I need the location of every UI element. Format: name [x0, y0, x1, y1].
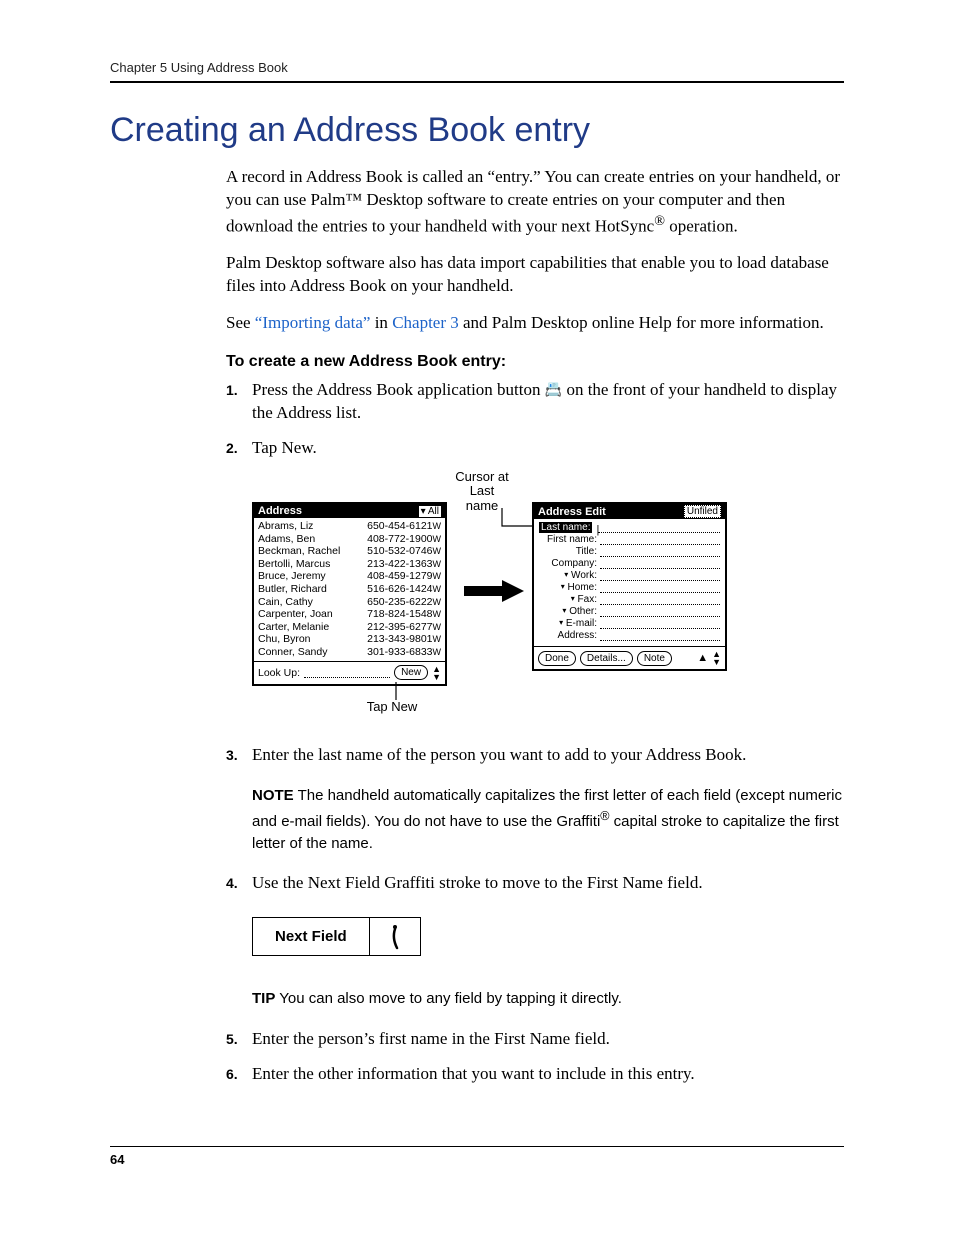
link-chapter-3[interactable]: Chapter 3 — [392, 313, 459, 332]
note-lead: NOTE — [252, 787, 294, 804]
edit-input[interactable] — [600, 583, 720, 593]
step-number: 6. — [226, 1063, 252, 1084]
scroll-arrows-icon[interactable]: ▲▼ — [432, 665, 441, 681]
list-item[interactable]: Abrams, Liz650-454-6121W — [258, 520, 441, 533]
edit-field-row[interactable]: Company: — [539, 558, 720, 569]
step-2: Tap New. — [252, 437, 844, 460]
list-item[interactable]: Butler, Richard516-626-1424W — [258, 583, 441, 596]
edit-input[interactable] — [600, 619, 720, 629]
step-1: Press the Address Book application butto… — [252, 379, 844, 425]
edit-input[interactable] — [600, 547, 720, 557]
edit-field-row[interactable]: Last name:| — [539, 522, 720, 533]
edit-field-row[interactable]: ▾ E-mail: — [539, 618, 720, 629]
edit-input[interactable] — [600, 559, 720, 569]
step-4: Use the Next Field Graffiti stroke to mo… — [252, 872, 844, 895]
page-number: 64 — [110, 1152, 124, 1167]
tip-lead: TIP — [252, 990, 275, 1007]
callout-cursor: Cursor at Last name — [452, 470, 512, 513]
screen-title: Address — [258, 505, 302, 517]
graffiti-next-field-icon — [370, 918, 420, 955]
details-button[interactable]: Details... — [580, 651, 633, 666]
intro-para-2: Palm Desktop software also has data impo… — [226, 252, 844, 298]
list-item[interactable]: Bertolli, Marcus213-422-1363W — [258, 558, 441, 571]
arrow-icon — [464, 580, 524, 602]
scroll-arrows-icon[interactable]: ▲▼ — [712, 650, 721, 666]
graffiti-stroke-box: Next Field — [252, 917, 421, 956]
edit-field-row[interactable]: ▾ Fax: — [539, 594, 720, 605]
list-item[interactable]: Chu, Byron213-343-9801W — [258, 633, 441, 646]
note-block: NOTE The handheld automatically capitali… — [252, 785, 844, 854]
intro-para-3: See “Importing data” in Chapter 3 and Pa… — [226, 312, 844, 335]
list-item[interactable]: Carpenter, Joan718-824-1548W — [258, 608, 441, 621]
edit-input[interactable] — [598, 523, 720, 533]
edit-field-row[interactable]: ▾ Home: — [539, 582, 720, 593]
step-number: 3. — [226, 744, 252, 765]
edit-field-row[interactable]: Address: — [539, 630, 720, 641]
screen-address-list: Address ▾ All Abrams, Liz650-454-6121WAd… — [252, 502, 447, 686]
step-3: Enter the last name of the person you wa… — [252, 744, 844, 767]
edit-input[interactable] — [600, 535, 720, 545]
list-item[interactable]: Adams, Ben408-772-1900W — [258, 533, 441, 546]
edit-field-row[interactable]: First name: — [539, 534, 720, 545]
link-importing-data[interactable]: “Importing data” — [255, 313, 371, 332]
tip-block: TIP You can also move to any field by ta… — [252, 988, 844, 1010]
screen-title: Address Edit — [538, 506, 606, 518]
edit-input[interactable] — [600, 607, 720, 617]
note-button[interactable]: Note — [637, 651, 672, 666]
new-button[interactable]: New — [394, 665, 428, 680]
edit-input[interactable] — [600, 595, 720, 605]
step-number: 4. — [226, 872, 252, 893]
figure-address-screens: Cursor at Last name Address ▾ All Abrams… — [252, 472, 732, 722]
category-selector[interactable]: ▾ All — [419, 506, 441, 517]
list-item[interactable]: Carter, Melanie212-395-6277W — [258, 621, 441, 634]
running-head: Chapter 5 Using Address Book — [110, 60, 844, 81]
step-number: 5. — [226, 1028, 252, 1049]
list-item[interactable]: Beckman, Rachel510-532-0746W — [258, 545, 441, 558]
category-selector[interactable]: Unfiled — [684, 505, 721, 518]
procedure-heading: To create a new Address Book entry: — [226, 353, 844, 371]
callout-tap-new: Tap New — [352, 700, 432, 714]
list-item[interactable]: Bruce, Jeremy408-459-1279W — [258, 570, 441, 583]
graffiti-label: Next Field — [253, 918, 370, 955]
top-rule — [110, 81, 844, 83]
edit-input[interactable] — [600, 631, 720, 641]
step-6: Enter the other information that you wan… — [252, 1063, 844, 1086]
step-number: 1. — [226, 379, 252, 400]
step-5: Enter the person’s first name in the Fir… — [252, 1028, 844, 1051]
done-button[interactable]: Done — [538, 651, 576, 666]
screen-address-edit: Address Edit Unfiled Last name:|First na… — [532, 502, 727, 671]
lookup-label: Look Up: — [258, 667, 300, 679]
lookup-input[interactable] — [304, 668, 390, 678]
edit-input[interactable] — [600, 571, 720, 581]
bottom-rule — [110, 1146, 844, 1147]
intro-para-1: A record in Address Book is called an “e… — [226, 166, 844, 238]
edit-field-row[interactable]: Title: — [539, 546, 720, 557]
up-arrow-icon[interactable]: ▲ — [697, 652, 708, 664]
section-title: Creating an Address Book entry — [110, 111, 844, 150]
edit-field-row[interactable]: ▾ Work: — [539, 570, 720, 581]
list-item[interactable]: Cain, Cathy650-235-6222W — [258, 596, 441, 609]
list-item[interactable]: Conner, Sandy301-933-6833W — [258, 646, 441, 659]
step-number: 2. — [226, 437, 252, 458]
address-book-button-icon: 📇 — [545, 383, 562, 398]
edit-field-row[interactable]: ▾ Other: — [539, 606, 720, 617]
